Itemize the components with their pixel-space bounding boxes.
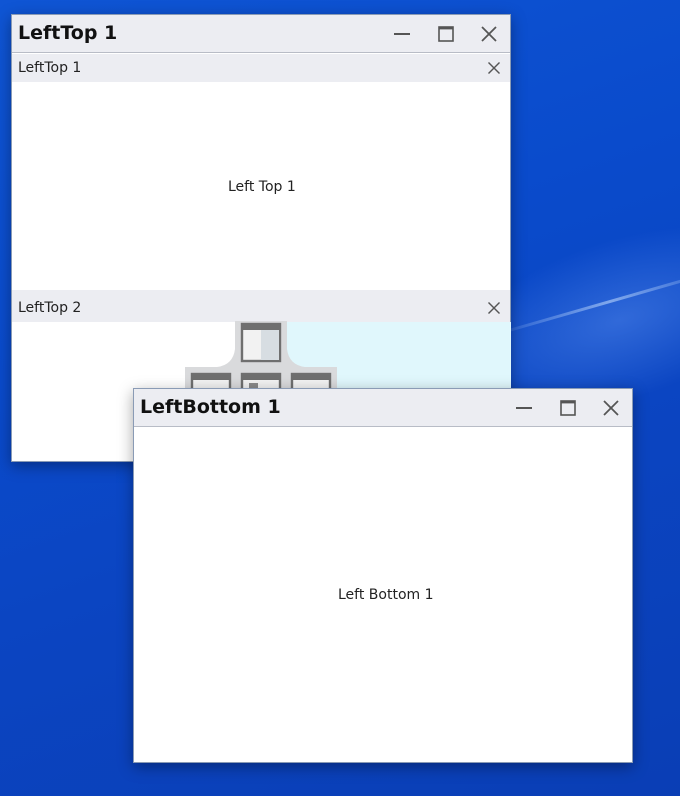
close-button[interactable] <box>594 391 628 425</box>
window-leftbottom-titlebar[interactable]: LeftBottom 1 <box>134 389 632 427</box>
window-leftbottom[interactable]: LeftBottom 1 Left Bottom 1 <box>133 388 633 763</box>
close-icon <box>481 26 497 42</box>
pane-header-lefttop-1[interactable]: LeftTop 1 <box>12 54 510 82</box>
pane-close-button[interactable] <box>484 298 504 318</box>
maximize-button[interactable] <box>551 391 585 425</box>
maximize-button[interactable] <box>429 17 463 51</box>
minimize-icon <box>394 33 410 35</box>
pane-title: LeftTop 2 <box>18 300 82 316</box>
pane-body-lefttop-1: Left Top 1 <box>12 82 510 290</box>
close-icon <box>488 62 500 74</box>
close-button[interactable] <box>472 17 506 51</box>
desktop-streak <box>484 264 680 339</box>
window-title: LeftBottom 1 <box>140 396 281 418</box>
window-leftbottom-body: Left Bottom 1 <box>134 427 632 762</box>
maximize-icon <box>438 26 454 42</box>
pane-header-lefttop-2[interactable]: LeftTop 2 <box>12 290 510 322</box>
window-title: LeftTop 1 <box>18 22 118 44</box>
minimize-button[interactable] <box>507 391 541 425</box>
pane-content: Left Top 1 <box>228 179 296 195</box>
window-lefttop-titlebar[interactable]: LeftTop 1 <box>12 15 510 53</box>
pane-title: LeftTop 1 <box>18 60 82 76</box>
pane-close-button[interactable] <box>484 58 504 78</box>
dock-compass-icon[interactable] <box>185 321 337 391</box>
minimize-icon <box>516 407 532 409</box>
maximize-icon <box>560 400 576 416</box>
close-icon <box>488 302 500 314</box>
pane-content: Left Bottom 1 <box>338 587 434 603</box>
minimize-button[interactable] <box>385 17 419 51</box>
close-icon <box>603 400 619 416</box>
